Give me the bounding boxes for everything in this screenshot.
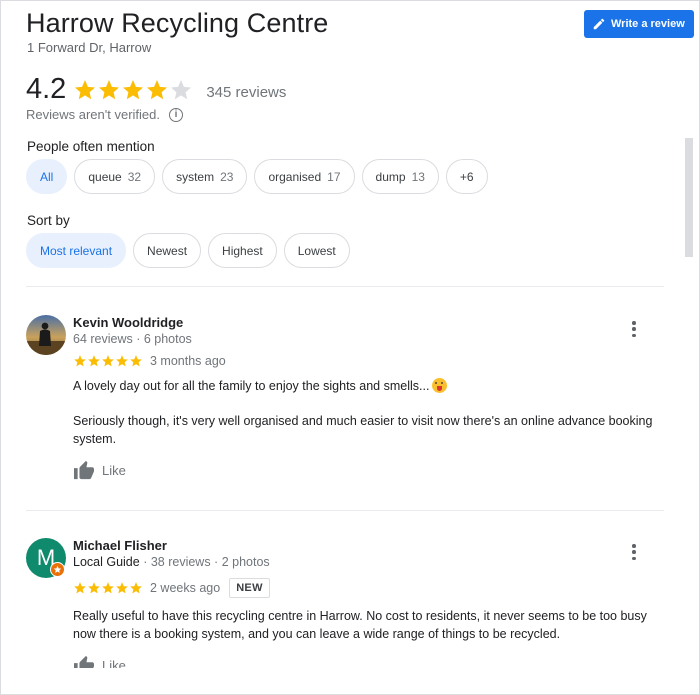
sort-options: Most relevant Newest Highest Lowest (26, 233, 350, 268)
star-icon (74, 582, 86, 594)
unverified-text: Reviews aren't verified. (26, 107, 160, 122)
star-icon (130, 355, 142, 367)
reviewer-meta: 64 reviews · 6 photos (73, 332, 192, 346)
chip-label: +6 (459, 169, 474, 184)
divider (26, 286, 664, 287)
divider (26, 510, 664, 511)
star-icon (123, 79, 144, 99)
review-stars (73, 354, 143, 368)
tongue-out-emoji-icon (432, 378, 448, 393)
place-title: Harrow Recycling Centre (26, 8, 329, 38)
mention-chip-system[interactable]: system 23 (162, 159, 248, 194)
like-button[interactable]: Like (73, 655, 126, 668)
star-icon (74, 355, 86, 367)
star-icon (102, 355, 114, 367)
reviewer-photo (26, 315, 66, 355)
mention-chip-organised[interactable]: organised 17 (254, 159, 355, 194)
chip-count: 32 (127, 169, 142, 184)
average-rating: 4.2 (26, 73, 67, 105)
chip-label: organised (268, 169, 322, 184)
sort-most-relevant[interactable]: Most relevant (26, 233, 127, 268)
review-stars (73, 581, 143, 595)
chip-count: 23 (220, 169, 234, 184)
sort-label: Sort by (27, 213, 70, 228)
star-icon (75, 79, 96, 99)
chip-label: All (40, 169, 54, 184)
chip-label: system (176, 169, 215, 184)
like-label: Like (102, 462, 126, 478)
mention-chip-more[interactable]: +6 (445, 159, 488, 194)
reviewer-stats: · 38 reviews · 2 photos (143, 555, 270, 569)
scrollbar-thumb[interactable] (685, 138, 693, 257)
sort-highest[interactable]: Highest (208, 233, 277, 268)
mention-chip-dump[interactable]: dump 13 (361, 159, 439, 194)
average-rating-stars (73, 78, 193, 102)
sort-lowest[interactable]: Lowest (283, 233, 350, 268)
chip-count: 17 (327, 169, 341, 184)
more-options-icon[interactable] (626, 319, 642, 339)
thumbs-up-icon (74, 460, 94, 480)
like-label: Like (102, 657, 126, 669)
review-text: Really useful to have this recycling cen… (73, 609, 647, 641)
local-guide-label: Local Guide (73, 555, 140, 569)
review-text: A lovely day out for all the family to e… (73, 377, 653, 395)
star-icon (147, 79, 168, 99)
more-options-icon[interactable] (626, 542, 642, 562)
reviewer-name[interactable]: Michael Flisher (73, 538, 167, 553)
local-guide-badge-icon (50, 562, 65, 577)
star-icon (88, 582, 100, 594)
avatar[interactable] (26, 315, 66, 355)
review-text-p1: A lovely day out for all the family to e… (73, 379, 430, 393)
mention-chip-queue[interactable]: queue 32 (74, 159, 156, 194)
review-item: Kevin Wooldridge 64 reviews · 6 photos 3… (26, 315, 666, 495)
review-rating: 2 weeks ago NEW (73, 578, 270, 598)
reviewer-name[interactable]: Kevin Wooldridge (73, 315, 183, 330)
info-icon[interactable]: i (168, 107, 183, 122)
reviews-panel: Harrow Recycling Centre 1 Forward Dr, Ha… (0, 0, 700, 695)
pencil-icon (593, 18, 605, 30)
chip-label: dump (375, 169, 406, 184)
like-button[interactable]: Like (73, 460, 126, 480)
unverified-note: Reviews aren't verified. i (26, 107, 183, 122)
new-badge: NEW (229, 578, 270, 598)
mention-chips: All queue 32 system 23 organised 17 dump 13 … (26, 159, 488, 194)
review-time: 2 weeks ago (150, 581, 221, 595)
write-review-button[interactable]: Write a review (584, 10, 694, 38)
star-icon (99, 79, 120, 99)
write-review-label: Write a review (611, 18, 685, 30)
chip-label: queue (88, 169, 122, 184)
chip-count: 13 (411, 169, 425, 184)
star-icon (116, 582, 128, 594)
thumbs-up-icon (74, 655, 94, 668)
review-rating: 3 months ago (73, 354, 226, 368)
star-icon (88, 355, 100, 367)
rating-summary: 4.2 345 reviews (26, 73, 286, 106)
sort-newest[interactable]: Newest (133, 233, 202, 268)
review-time: 3 months ago (150, 354, 226, 368)
place-address: 1 Forward Dr, Harrow (27, 40, 152, 55)
reviewer-meta: Local Guide · 38 reviews · 2 photos (73, 555, 270, 569)
review-count[interactable]: 345 reviews (206, 84, 286, 101)
star-icon (130, 582, 142, 594)
mentions-label: People often mention (27, 139, 155, 154)
mention-chip-all[interactable]: All (26, 159, 68, 194)
star-icon (116, 355, 128, 367)
review-text-p2: Seriously though, it's very well organis… (73, 414, 653, 446)
star-icon (102, 582, 114, 594)
star-icon (171, 79, 192, 99)
review-item: M Michael Flisher Local Guide · 38 revie… (26, 538, 666, 668)
